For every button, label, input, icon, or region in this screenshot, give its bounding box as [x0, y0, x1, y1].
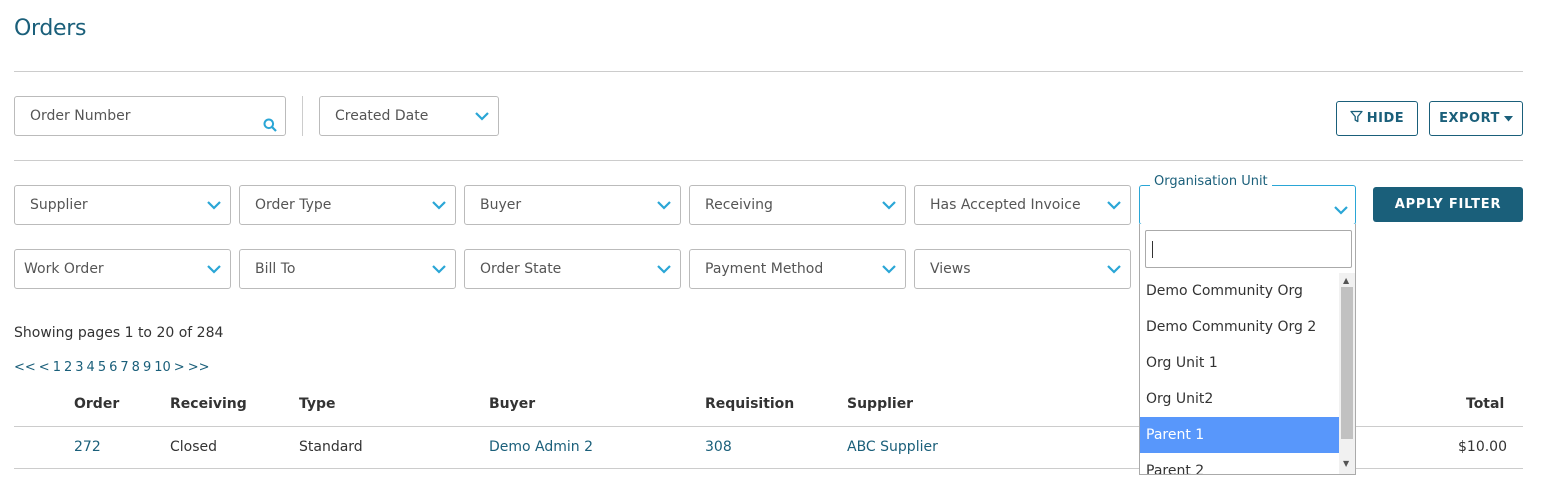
buyer-select[interactable]: Buyer [464, 185, 681, 225]
hide-filters-button[interactable]: HIDE [1336, 101, 1418, 136]
column-header-type[interactable]: Type [299, 396, 336, 412]
column-header-buyer[interactable]: Buyer [489, 396, 535, 412]
created-date-label: Created Date [335, 108, 429, 124]
order-number-search-input[interactable]: Order Number [14, 96, 286, 136]
page-link-8[interactable]: 8 [132, 360, 140, 375]
dropdown-scrollbar[interactable]: ▲ ▼ [1339, 273, 1355, 474]
search-icon[interactable] [263, 109, 277, 132]
page-link-1[interactable]: 1 [53, 360, 61, 375]
apply-filter-button[interactable]: APPLY FILTER [1373, 187, 1523, 222]
chevron-down-icon [656, 200, 672, 210]
option-demo-community-org[interactable]: Demo Community Org [1140, 273, 1339, 309]
views-label: Views [930, 261, 971, 277]
order-state-select[interactable]: Order State [464, 249, 681, 289]
created-date-select[interactable]: Created Date [319, 96, 499, 136]
page-link-5[interactable]: 5 [98, 360, 106, 375]
supplier-link[interactable]: ABC Supplier [847, 439, 938, 455]
column-header-supplier[interactable]: Supplier [847, 396, 913, 412]
total-cell: $10.00 [1458, 439, 1507, 455]
next-page-link[interactable]: > [174, 360, 185, 375]
organisation-unit-search-input[interactable] [1145, 230, 1352, 268]
page-link-4[interactable]: 4 [87, 360, 95, 375]
work-order-select[interactable]: Work Order [14, 249, 231, 289]
chevron-down-icon [206, 200, 222, 210]
option-parent-2[interactable]: Parent 2 [1140, 453, 1339, 474]
chevron-down-icon [1333, 200, 1349, 219]
supplier-label: Supplier [30, 197, 88, 213]
chevron-down-icon [881, 200, 897, 210]
chevron-down-icon [431, 264, 447, 274]
filter-icon [1350, 110, 1363, 127]
page-link-10[interactable]: 10 [154, 360, 171, 375]
column-header-requisition[interactable]: Requisition [705, 396, 794, 412]
chevron-down-icon [1106, 200, 1122, 210]
supplier-select[interactable]: Supplier [14, 185, 231, 225]
buyer-link[interactable]: Demo Admin 2 [489, 439, 593, 455]
requisition-link[interactable]: 308 [705, 439, 732, 455]
last-page-link[interactable]: >> [188, 360, 210, 375]
receiving-cell: Closed [170, 439, 218, 455]
scroll-up-icon[interactable]: ▲ [1343, 276, 1349, 286]
chevron-down-icon [206, 264, 222, 274]
organisation-unit-options: Demo Community Org Demo Community Org 2 … [1140, 273, 1339, 474]
pagination: << < 1 2 3 4 5 6 7 8 9 10 > >> [14, 360, 209, 375]
order-number-placeholder: Order Number [30, 108, 131, 124]
column-header-total[interactable]: Total [1466, 396, 1504, 412]
option-parent-1[interactable]: Parent 1 [1140, 417, 1339, 453]
bill-to-label: Bill To [255, 261, 296, 277]
page-link-2[interactable]: 2 [64, 360, 72, 375]
column-header-receiving[interactable]: Receiving [170, 396, 247, 412]
payment-method-select[interactable]: Payment Method [689, 249, 906, 289]
results-summary: Showing pages 1 to 20 of 284 [14, 325, 224, 341]
payment-method-label: Payment Method [705, 261, 824, 277]
bill-to-select[interactable]: Bill To [239, 249, 456, 289]
option-org-unit2[interactable]: Org Unit2 [1140, 381, 1339, 417]
text-cursor [1152, 241, 1153, 258]
receiving-label: Receiving [705, 197, 773, 213]
export-button[interactable]: EXPORT [1429, 101, 1523, 136]
scrollbar-thumb[interactable] [1341, 287, 1353, 439]
title-divider [14, 71, 1523, 72]
receiving-select[interactable]: Receiving [689, 185, 906, 225]
chevron-down-icon [1106, 264, 1122, 274]
type-cell: Standard [299, 439, 363, 455]
prev-page-link[interactable]: < [39, 360, 50, 375]
page-link-6[interactable]: 6 [109, 360, 117, 375]
organisation-unit-label: Organisation Unit [1150, 174, 1272, 189]
hide-label: HIDE [1366, 111, 1405, 126]
has-accepted-invoice-select[interactable]: Has Accepted Invoice [914, 185, 1131, 225]
page-title: Orders [14, 16, 87, 41]
chevron-down-icon [656, 264, 672, 274]
views-select[interactable]: Views [914, 249, 1131, 289]
export-label: EXPORT [1439, 111, 1500, 126]
option-demo-community-org-2[interactable]: Demo Community Org 2 [1140, 309, 1339, 345]
organisation-unit-select[interactable] [1139, 185, 1356, 225]
work-order-label: Work Order [24, 261, 104, 277]
organisation-unit-dropdown: Demo Community Org Demo Community Org 2 … [1139, 224, 1356, 475]
order-type-label: Order Type [255, 197, 332, 213]
chevron-down-icon [431, 200, 447, 210]
vertical-divider [302, 96, 303, 136]
filter-divider [14, 160, 1523, 161]
chevron-down-icon [881, 264, 897, 274]
first-page-link[interactable]: << [14, 360, 36, 375]
has-accepted-invoice-label: Has Accepted Invoice [930, 197, 1081, 213]
caret-down-icon [1503, 111, 1513, 126]
order-number-link[interactable]: 272 [74, 439, 101, 455]
page-link-7[interactable]: 7 [120, 360, 128, 375]
buyer-label: Buyer [480, 197, 522, 213]
page-link-9[interactable]: 9 [143, 360, 151, 375]
page-link-3[interactable]: 3 [75, 360, 83, 375]
chevron-down-icon [474, 111, 490, 121]
option-org-unit-1[interactable]: Org Unit 1 [1140, 345, 1339, 381]
column-header-order[interactable]: Order [74, 396, 119, 412]
order-state-label: Order State [480, 261, 562, 277]
order-type-select[interactable]: Order Type [239, 185, 456, 225]
scroll-down-icon[interactable]: ▼ [1343, 459, 1349, 469]
